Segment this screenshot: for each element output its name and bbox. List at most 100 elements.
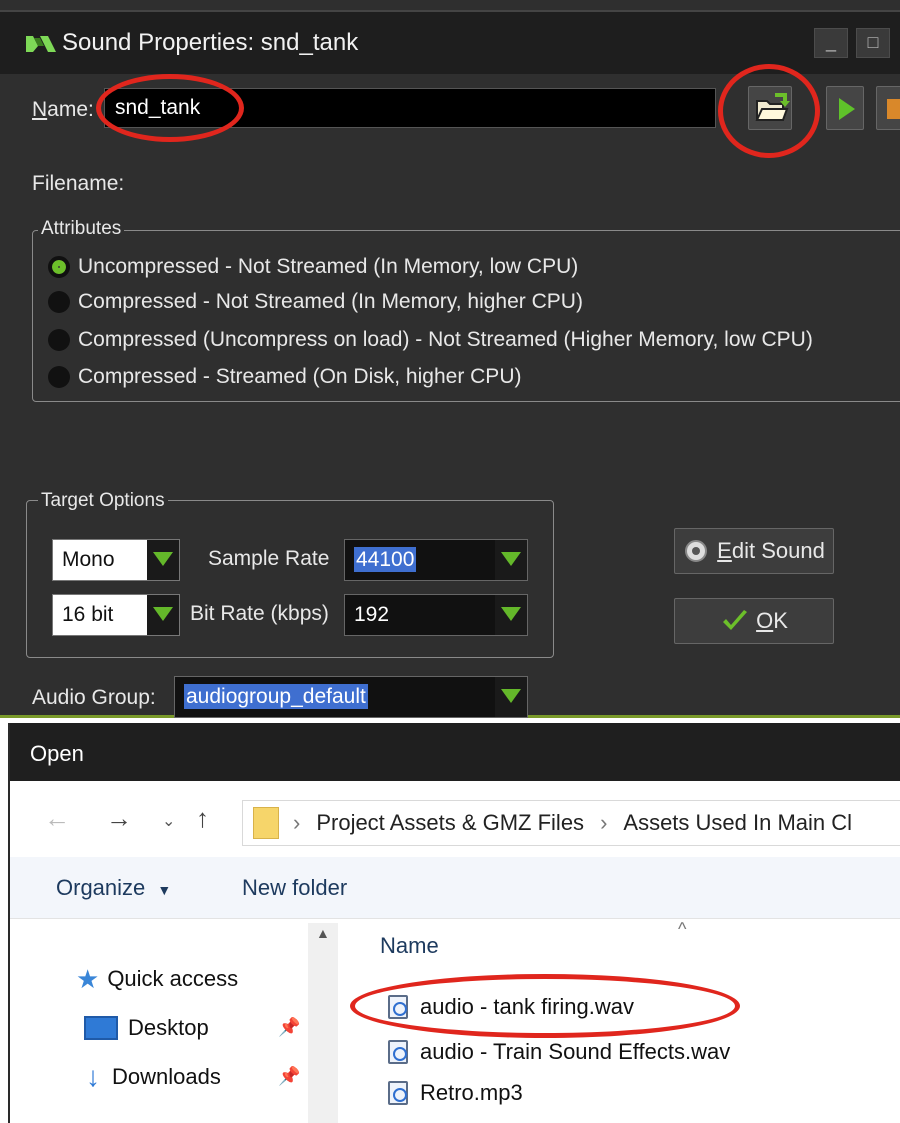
play-button[interactable] <box>826 86 864 130</box>
radio-selected-icon <box>48 256 70 278</box>
breadcrumb-separator-icon: › <box>600 810 608 835</box>
nav-item-downloads[interactable]: ↓ Downloads <box>86 1059 221 1095</box>
audio-file-icon <box>388 1081 408 1105</box>
radio-label: Compressed (Uncompress on load) - Not St… <box>78 328 813 351</box>
audio-group-label: Audio Group: <box>32 686 156 709</box>
gamemaker-logo-icon <box>26 36 56 52</box>
bit-rate-select[interactable]: 192 <box>344 594 528 636</box>
open-folder-icon <box>755 93 790 121</box>
radio-uncompressed[interactable]: Uncompressed - Not Streamed (In Memory, … <box>48 250 578 284</box>
chevron-down-icon[interactable] <box>495 595 527 635</box>
ok-mnemonic: O <box>756 608 774 633</box>
speaker-icon <box>685 540 708 562</box>
pin-icon[interactable]: 📌 <box>278 1066 300 1087</box>
bit-depth-select[interactable]: 16 bit <box>52 594 180 636</box>
sample-rate-label: Sample Rate <box>208 547 330 570</box>
sample-rate-select[interactable]: 44100 <box>344 539 528 581</box>
sample-rate-selected-text: 44100 <box>354 547 417 572</box>
chevron-down-icon[interactable] <box>147 540 179 580</box>
audio-group-select[interactable]: audiogroup_default <box>174 676 528 718</box>
up-arrow-icon[interactable]: ↑ <box>196 803 209 834</box>
star-icon: ★ <box>76 963 100 994</box>
filename-label: Filename: <box>32 172 125 195</box>
file-row-tank-firing[interactable]: audio - tank firing.wav <box>388 989 634 1025</box>
name-mnemonic: N <box>32 98 48 121</box>
sample-rate-value: 44100 <box>345 547 495 572</box>
file-name: audio - tank firing.wav <box>420 994 634 1019</box>
new-folder-button[interactable]: New folder <box>242 875 347 901</box>
address-bar[interactable]: › Project Assets & GMZ Files › Assets Us… <box>242 800 900 846</box>
chevron-down-icon[interactable] <box>495 540 527 580</box>
nav-item-desktop[interactable]: Desktop <box>84 1010 209 1046</box>
file-name: audio - Train Sound Effects.wav <box>420 1039 731 1064</box>
sound-properties-window: Sound Properties: snd_tank _ □ Name: Fil… <box>0 0 900 718</box>
radio-label: Compressed - Not Streamed (In Memory, hi… <box>78 290 583 313</box>
attributes-legend: Attributes <box>38 218 125 240</box>
dialog-title: Open <box>10 723 900 781</box>
channels-select[interactable]: Mono <box>52 539 180 581</box>
radio-unselected-icon <box>48 366 70 388</box>
organize-label: Organize <box>56 875 146 900</box>
checkmark-icon <box>723 610 748 630</box>
sort-up-icon[interactable]: ^ <box>678 919 686 940</box>
nav-item-label: Quick access <box>107 966 239 991</box>
name-label: Name: <box>32 98 94 122</box>
download-icon: ↓ <box>86 1061 100 1092</box>
desktop-icon <box>84 1016 118 1040</box>
audio-file-icon <box>388 995 408 1019</box>
nav-item-quick-access[interactable]: ★ Quick access <box>76 961 238 997</box>
nav-pane-scrollbar[interactable]: ▲ <box>308 923 338 1123</box>
edit-sound-label: Edit Sound <box>717 538 825 564</box>
chevron-down-icon[interactable] <box>147 595 179 635</box>
breadcrumb-item[interactable]: Assets Used In Main Cl <box>623 810 852 836</box>
file-row-retro[interactable]: Retro.mp3 <box>388 1075 523 1111</box>
name-column-header[interactable]: Name <box>380 933 439 959</box>
ok-label: OK <box>756 608 788 634</box>
edit-sound-button[interactable]: Edit Sound <box>674 528 834 574</box>
caret-down-icon: ▼ <box>157 882 172 898</box>
radio-unselected-icon <box>48 329 70 351</box>
radio-label: Compressed - Streamed (On Disk, higher C… <box>78 365 522 388</box>
window-title: Sound Properties: snd_tank <box>62 29 359 56</box>
bit-rate-value: 192 <box>354 603 390 626</box>
radio-compressed[interactable]: Compressed - Not Streamed (In Memory, hi… <box>48 285 583 319</box>
target-options-legend: Target Options <box>38 490 168 512</box>
load-sound-button[interactable] <box>748 86 792 130</box>
ok-label-rest: K <box>773 608 788 633</box>
file-row-train-sound-effects[interactable]: audio - Train Sound Effects.wav <box>388 1034 730 1070</box>
stop-icon <box>887 99 900 119</box>
recent-dropdown-icon[interactable]: ⌄ <box>162 811 175 831</box>
channels-value: Mono <box>62 548 115 571</box>
chevron-down-icon[interactable] <box>495 677 527 717</box>
audio-group-value: audiogroup_default <box>175 684 495 709</box>
pin-icon[interactable]: 📌 <box>278 1017 300 1038</box>
stop-button[interactable] <box>876 86 900 130</box>
file-name: Retro.mp3 <box>420 1080 523 1105</box>
organize-button[interactable]: Organize ▼ <box>56 875 171 901</box>
radio-compressed-uncompress-on-load[interactable]: Compressed (Uncompress on load) - Not St… <box>48 323 813 357</box>
edit-sound-label-rest: dit Sound <box>731 538 825 563</box>
scroll-up-icon[interactable]: ▲ <box>316 925 330 941</box>
radio-unselected-icon <box>48 291 70 313</box>
minimize-button[interactable]: _ <box>814 28 848 58</box>
back-arrow-icon[interactable]: ← <box>44 803 70 834</box>
maximize-button[interactable]: □ <box>856 28 890 58</box>
forward-arrow-icon[interactable]: → <box>106 803 132 834</box>
breadcrumb-separator-icon: › <box>293 810 301 835</box>
folder-icon <box>253 807 279 839</box>
audio-group-selected-text: audiogroup_default <box>184 684 368 709</box>
bit-rate-label: Bit Rate (kbps) <box>190 602 329 625</box>
ok-button[interactable]: OK <box>674 598 834 644</box>
name-label-rest: ame: <box>47 98 94 121</box>
edit-mnemonic: E <box>717 538 732 563</box>
name-input[interactable] <box>104 88 716 128</box>
radio-label: Uncompressed - Not Streamed (In Memory, … <box>78 255 579 278</box>
nav-item-label: Downloads <box>112 1064 221 1089</box>
breadcrumb-item[interactable]: Project Assets & GMZ Files <box>316 810 584 836</box>
title-bar: Sound Properties: snd_tank _ □ <box>0 10 900 74</box>
open-file-dialog: Open ← → ⌄ ↑ › Project Assets & GMZ File… <box>8 723 900 1123</box>
play-icon <box>839 98 855 120</box>
radio-compressed-streamed[interactable]: Compressed - Streamed (On Disk, higher C… <box>48 360 521 394</box>
audio-file-icon <box>388 1040 408 1064</box>
nav-item-label: Desktop <box>128 1015 209 1040</box>
